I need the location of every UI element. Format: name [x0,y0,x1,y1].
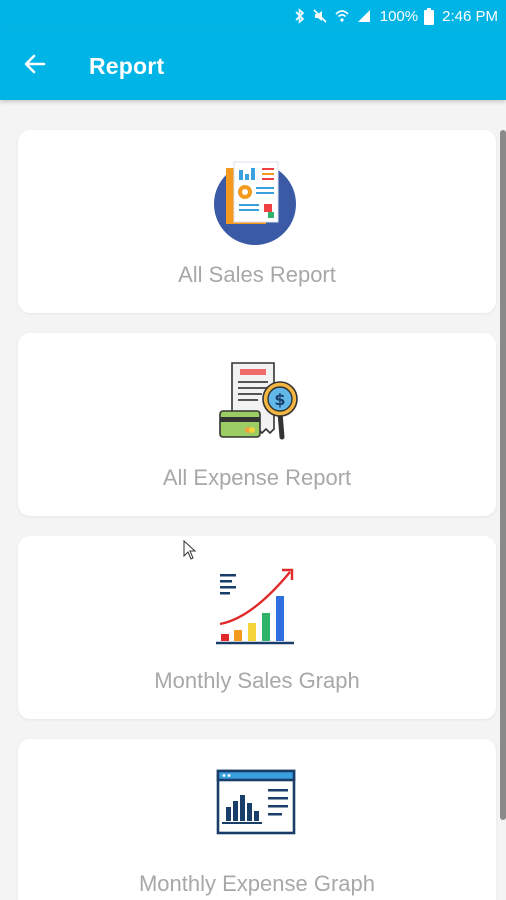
battery-percent: 100% [379,7,419,25]
mute-icon [312,8,328,24]
card-label: All Sales Report [178,262,336,287]
card-label: Monthly Expense Graph [138,871,376,896]
sales-report-card[interactable]: All Sales Report [18,130,496,313]
report-list: All Sales Report $ All Expense Report Mo… [0,100,506,900]
arrow-left-icon [24,53,46,80]
expense-report-card[interactable]: $ All Expense Report [18,333,496,516]
page-title: Report [89,52,165,79]
card-label: All Expense Report [162,465,352,490]
sales-report-icon [212,156,302,246]
card-label: Monthly Sales Graph [154,668,360,693]
expense-graph-card[interactable]: Monthly Expense Graph [18,739,496,900]
back-button[interactable] [13,44,57,88]
clock: 2:46 PM [442,7,498,25]
battery-icon [424,7,435,25]
bluetooth-icon [294,8,306,24]
svg-text:$: $ [274,390,285,409]
status-icons: 100% 2:46 PM [294,7,498,25]
sales-graph-card[interactable]: Monthly Sales Graph [18,536,496,719]
wifi-icon [334,8,350,24]
scrollbar[interactable] [500,130,506,820]
expense-graph-icon [212,765,302,855]
signal-icon [356,8,372,24]
expense-report-icon: $ [212,359,302,449]
mouse-cursor-icon [183,539,197,565]
app-bar: Report [0,32,506,100]
sales-graph-icon [212,562,302,652]
status-bar: 100% 2:46 PM [0,0,506,32]
